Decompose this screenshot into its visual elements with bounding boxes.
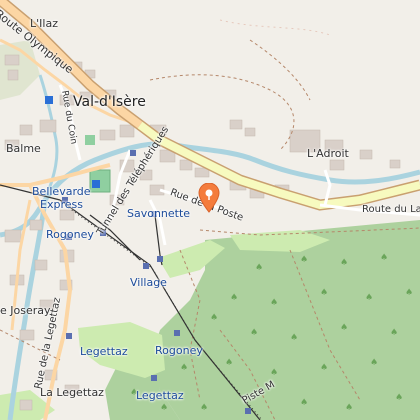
svg-text:♠: ♠ [300, 255, 308, 265]
svg-text:♠: ♠ [290, 333, 298, 343]
svg-text:♠: ♠ [405, 288, 413, 298]
svg-text:♠: ♠ [230, 293, 238, 303]
label-val-disere: Val-d'Isère [73, 94, 146, 110]
svg-text:♠: ♠ [340, 258, 348, 268]
svg-text:♠: ♠ [210, 313, 218, 323]
label-lilaz: L'Ilaz [30, 17, 58, 30]
svg-text:♠: ♠ [180, 363, 188, 373]
svg-text:♠: ♠ [250, 328, 258, 338]
svg-text:♠: ♠ [300, 398, 308, 408]
label-rogoney-2: Rogoney [155, 344, 203, 357]
station-legettaz2 [151, 375, 157, 381]
svg-text:♠: ♠ [200, 403, 208, 413]
label-ladroit: L'Adroit [307, 147, 349, 160]
label-legettaz-2: Legettaz [136, 389, 184, 402]
svg-text:♠: ♠ [345, 403, 353, 413]
label-rogoney-1: Rogoney [46, 228, 94, 241]
station-legettaz1 [66, 333, 72, 339]
label-legettaz-1: Legettaz [80, 345, 128, 358]
svg-text:♠: ♠ [380, 253, 388, 263]
station-village [143, 263, 149, 269]
label-joseray: e Joseray [0, 304, 51, 317]
map-marker-icon[interactable] [198, 183, 220, 213]
svg-text:♠: ♠ [255, 263, 263, 273]
station-rogoney2 [174, 330, 180, 336]
label-village: Village [130, 276, 167, 289]
svg-text:♠: ♠ [390, 328, 398, 338]
label-express: Express [40, 198, 83, 211]
svg-text:♠: ♠ [225, 358, 233, 368]
svg-text:♠: ♠ [365, 293, 373, 303]
label-bellevarde: Bellevarde [32, 185, 91, 198]
svg-text:♠: ♠ [395, 393, 403, 403]
svg-text:♠: ♠ [160, 403, 168, 413]
svg-text:♠: ♠ [340, 323, 348, 333]
svg-text:♠: ♠ [270, 298, 278, 308]
svg-text:♠: ♠ [370, 358, 378, 368]
station-top [245, 408, 251, 414]
label-route-laisinant: Route du Laisinant [362, 204, 420, 215]
lift-4 [89, 214, 141, 261]
svg-text:♠: ♠ [320, 288, 328, 298]
svg-text:♠: ♠ [270, 368, 278, 378]
svg-text:♠: ♠ [320, 363, 328, 373]
label-balme: Balme [6, 142, 41, 155]
map-view[interactable]: ♠ ♠ ♠ ♠ ♠ ♠ ♠ ♠ ♠ ♠ ♠ ♠ ♠ ♠ ♠ ♠ ♠ ♠ ♠ ♠ ♠ ♠ ♠ ♠ ♠ Route Oly… [0, 0, 420, 420]
label-savonnette: Savonnette [127, 207, 191, 220]
label-la-legettaz: La Legettaz [40, 386, 104, 399]
